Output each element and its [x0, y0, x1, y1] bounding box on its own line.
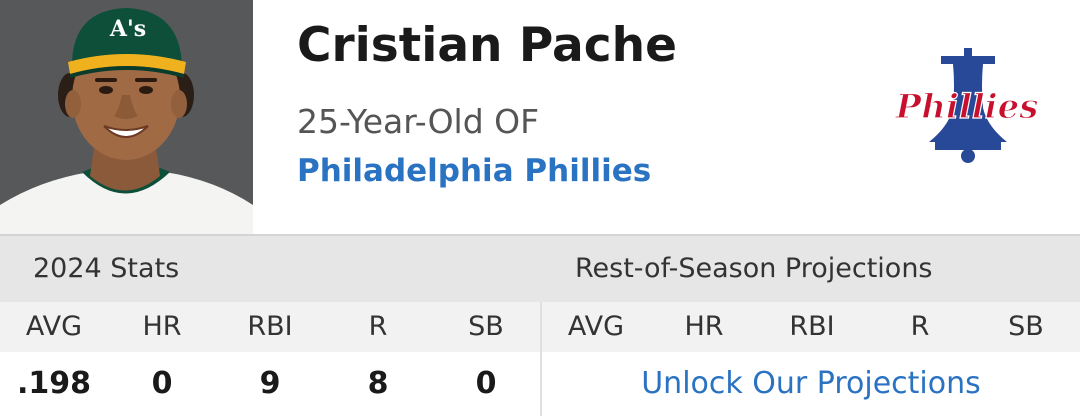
- stats-panel: 2024 Stats Rest-of-Season Projections AV…: [0, 234, 1080, 416]
- stat-value-sb: 0: [475, 366, 497, 401]
- column-divider: [540, 302, 542, 416]
- stat-value-avg: .198: [16, 366, 92, 401]
- player-photo: A's: [0, 0, 253, 234]
- stats-col-r: R: [368, 311, 388, 342]
- stat-value-rbi: 9: [259, 366, 281, 401]
- proj-col-rbi: RBI: [789, 311, 835, 342]
- proj-col-hr: HR: [684, 311, 724, 342]
- phillies-logo-icon: Phillies: [894, 46, 1040, 170]
- stat-value-hr: 0: [151, 366, 173, 401]
- proj-col-r: R: [910, 311, 930, 342]
- player-name: Cristian Pache: [297, 18, 677, 73]
- player-headshot-image: A's: [0, 0, 253, 234]
- player-header: A's Cristian Pache 25-Year-Old OF Philad…: [0, 0, 1080, 234]
- proj-col-avg: AVG: [567, 311, 625, 342]
- proj-col-sb: SB: [1008, 311, 1044, 342]
- stats-2024-title: 2024 Stats: [33, 253, 180, 284]
- unlock-projections-link[interactable]: Unlock Our Projections: [542, 366, 1080, 401]
- phillies-wordmark: Phillies: [895, 87, 1038, 127]
- stat-value-r: 8: [367, 366, 389, 401]
- player-age-position: 25-Year-Old OF: [297, 102, 540, 141]
- stats-col-avg: AVG: [25, 311, 83, 342]
- stats-section-header: 2024 Stats Rest-of-Season Projections: [0, 234, 1080, 302]
- team-link[interactable]: Philadelphia Phillies: [297, 153, 651, 189]
- stats-col-hr: HR: [142, 311, 182, 342]
- projections-title: Rest-of-Season Projections: [575, 253, 933, 284]
- stats-col-sb: SB: [468, 311, 504, 342]
- cap-logo-text: A's: [109, 16, 146, 42]
- stats-col-rbi: RBI: [247, 311, 293, 342]
